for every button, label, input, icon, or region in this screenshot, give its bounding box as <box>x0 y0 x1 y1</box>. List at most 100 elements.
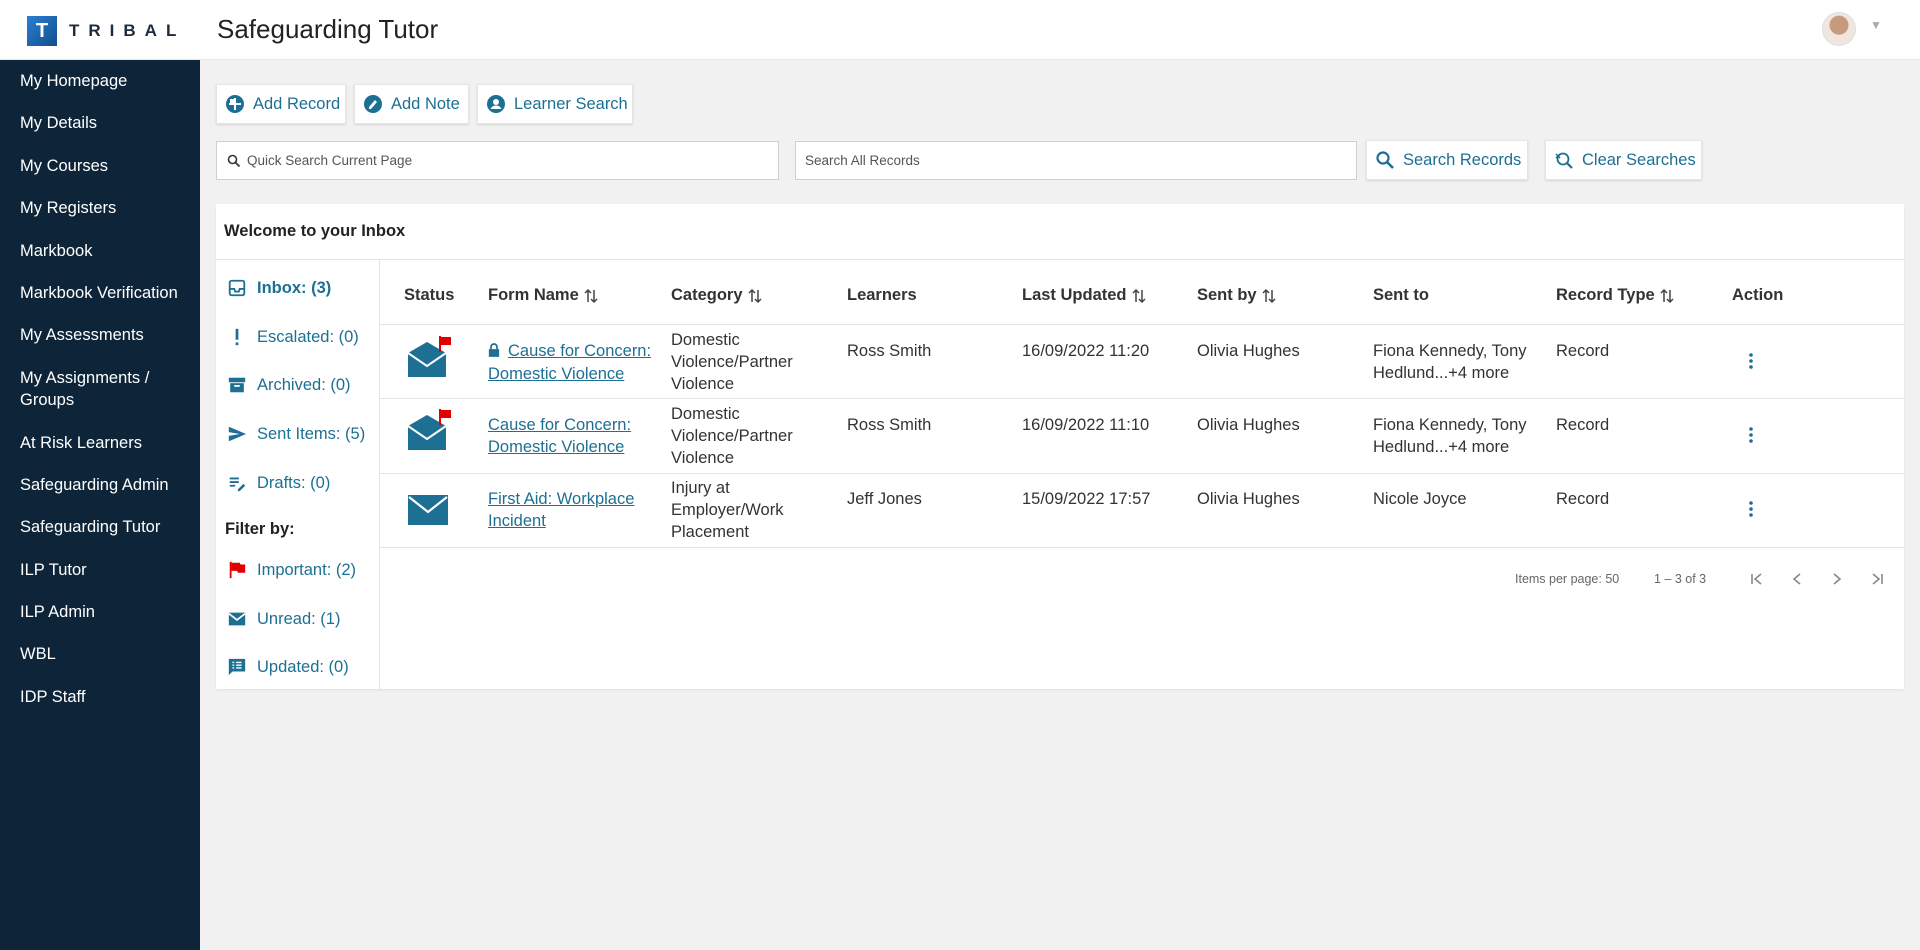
sent-to-cell: Fiona Kennedy, Tony Hedlund...+4 more <box>1373 416 1527 456</box>
sidebar-item-wbl[interactable]: WBL <box>20 643 192 665</box>
form-name-link[interactable]: Cause for Concern: Domestic Violence <box>488 342 651 383</box>
record-type-cell: Record <box>1556 416 1610 434</box>
sidebar-item-my-homepage[interactable]: My Homepage <box>20 70 192 92</box>
search-all-records-input[interactable] <box>795 141 1357 180</box>
folder-sent-items[interactable]: Sent Items: (5) <box>226 423 365 445</box>
sent-to-cell: Nicole Joyce <box>1373 490 1467 508</box>
add-record-label: Add Record <box>253 94 341 113</box>
last-updated-cell: 15/09/2022 17:57 <box>1022 490 1151 508</box>
last-page-icon[interactable] <box>1864 566 1890 592</box>
sidebar-item-markbook[interactable]: Markbook <box>20 240 192 262</box>
column-header-form-name-label: Form Name <box>488 286 579 304</box>
learners-cell: Ross Smith <box>847 342 932 360</box>
sort-icon <box>1262 288 1276 303</box>
sidebar-item-my-registers[interactable]: My Registers <box>20 197 192 219</box>
draft-edit-icon <box>226 472 248 494</box>
category-cell: Injury at Employer/Work Placement <box>671 479 784 541</box>
column-header-last-updated-label: Last Updated <box>1022 286 1127 304</box>
send-icon <box>226 423 248 445</box>
sidebar-item-at-risk-learners[interactable]: At Risk Learners <box>20 432 192 454</box>
sidebar-item-my-details[interactable]: My Details <box>20 112 192 134</box>
more-actions-icon[interactable] <box>1741 423 1761 447</box>
chevron-down-icon[interactable]: ▼ <box>1870 18 1882 32</box>
divider <box>380 398 1904 399</box>
column-header-sent-by[interactable]: Sent by <box>1197 286 1276 305</box>
folder-drafts[interactable]: Drafts: (0) <box>226 472 330 494</box>
column-header-action: Action <box>1732 286 1784 304</box>
folder-drafts-label: Drafts: (0) <box>257 473 331 492</box>
learners-cell: Ross Smith <box>847 416 932 434</box>
divider <box>380 324 1904 325</box>
category-cell: Domestic Violence/Partner Violence <box>671 405 793 467</box>
filter-important[interactable]: Important: (2) <box>226 559 356 581</box>
column-header-form-name[interactable]: Form Name <box>488 286 598 305</box>
sidebar-item-ilp-tutor[interactable]: ILP Tutor <box>20 559 192 581</box>
folder-escalated-label: Escalated: (0) <box>257 327 359 346</box>
comment-list-icon <box>226 656 248 678</box>
filter-unread[interactable]: Unread: (1) <box>226 608 340 630</box>
avatar[interactable] <box>1822 12 1856 46</box>
record-type-cell: Record <box>1556 342 1610 360</box>
column-header-record-type[interactable]: Record Type <box>1556 286 1674 305</box>
column-header-record-type-label: Record Type <box>1556 286 1655 304</box>
sidebar-item-my-assessments[interactable]: My Assessments <box>20 324 192 346</box>
column-header-category-label: Category <box>671 286 743 304</box>
folder-inbox[interactable]: Inbox: (3) <box>226 277 331 299</box>
tribal-logo[interactable]: T TRIBAL <box>27 16 185 46</box>
more-actions-icon[interactable] <box>1741 497 1761 521</box>
quick-search-input[interactable] <box>216 141 779 180</box>
sidebar-item-ilp-admin[interactable]: ILP Admin <box>20 601 192 623</box>
learner-search-label: Learner Search <box>514 94 628 113</box>
sidebar-item-idp-staff[interactable]: IDP Staff <box>20 686 192 708</box>
mail-icon <box>226 608 248 630</box>
learner-search-button[interactable]: Learner Search <box>477 84 633 124</box>
lock-icon <box>488 341 502 363</box>
items-per-page-label: Items per page: 50 <box>1515 572 1620 586</box>
search-records-label: Search Records <box>1403 150 1522 169</box>
folder-archived[interactable]: Archived: (0) <box>226 374 351 396</box>
column-header-last-updated[interactable]: Last Updated <box>1022 286 1146 305</box>
add-record-icon <box>225 94 245 114</box>
folder-escalated[interactable]: Escalated: (0) <box>226 326 359 348</box>
search-records-button[interactable]: Search Records <box>1366 140 1528 180</box>
sidebar-item-my-courses[interactable]: My Courses <box>20 155 192 177</box>
open-mail-flag-icon <box>407 409 451 450</box>
filter-by-label: Filter by: <box>225 520 295 538</box>
sidebar-item-safeguarding-tutor[interactable]: Safeguarding Tutor <box>20 516 192 538</box>
more-actions-icon[interactable] <box>1741 349 1761 373</box>
divider <box>380 473 1904 474</box>
sidebar-item-markbook-verification[interactable]: Markbook Verification <box>20 282 192 304</box>
clear-searches-button[interactable]: Clear Searches <box>1545 140 1702 180</box>
page-title: Safeguarding Tutor <box>217 14 439 44</box>
sidebar-item-safeguarding-admin[interactable]: Safeguarding Admin <box>20 474 192 496</box>
divider <box>380 547 1904 548</box>
column-header-category[interactable]: Category <box>671 286 762 305</box>
add-note-icon <box>363 94 383 114</box>
search-icon <box>227 154 241 168</box>
filter-updated-label: Updated: (0) <box>257 657 349 676</box>
column-header-sent-to: Sent to <box>1373 286 1429 304</box>
folder-inbox-label: Inbox: (3) <box>257 278 332 297</box>
inbox-panel: Welcome to your Inbox Inbox: (3) Escalat… <box>216 204 1904 689</box>
logo-mark: T <box>27 16 57 46</box>
form-name-cell: First Aid: Workplace Incident <box>488 488 648 532</box>
form-name-link[interactable]: First Aid: Workplace Incident <box>488 490 634 530</box>
learners-cell: Jeff Jones <box>847 490 922 508</box>
sidebar-item-my-assignments-groups[interactable]: My Assignments / Groups <box>20 367 192 411</box>
next-page-icon[interactable] <box>1824 566 1850 592</box>
record-type-cell: Record <box>1556 490 1610 508</box>
previous-page-icon[interactable] <box>1784 566 1810 592</box>
last-updated-cell: 16/09/2022 11:20 <box>1022 342 1150 360</box>
form-name-cell: Cause for Concern: Domestic Violence <box>488 414 648 458</box>
add-note-label: Add Note <box>391 94 460 113</box>
form-name-link[interactable]: Cause for Concern: Domestic Violence <box>488 416 631 456</box>
add-record-button[interactable]: Add Record <box>216 84 346 124</box>
archive-icon <box>226 374 248 396</box>
add-note-button[interactable]: Add Note <box>354 84 469 124</box>
column-header-sent-by-label: Sent by <box>1197 286 1257 304</box>
flag-icon <box>226 559 248 581</box>
clear-searches-label: Clear Searches <box>1582 150 1696 169</box>
filter-updated[interactable]: Updated: (0) <box>226 656 349 678</box>
category-cell: Domestic Violence/Partner Violence <box>671 331 793 393</box>
first-page-icon[interactable] <box>1744 566 1770 592</box>
